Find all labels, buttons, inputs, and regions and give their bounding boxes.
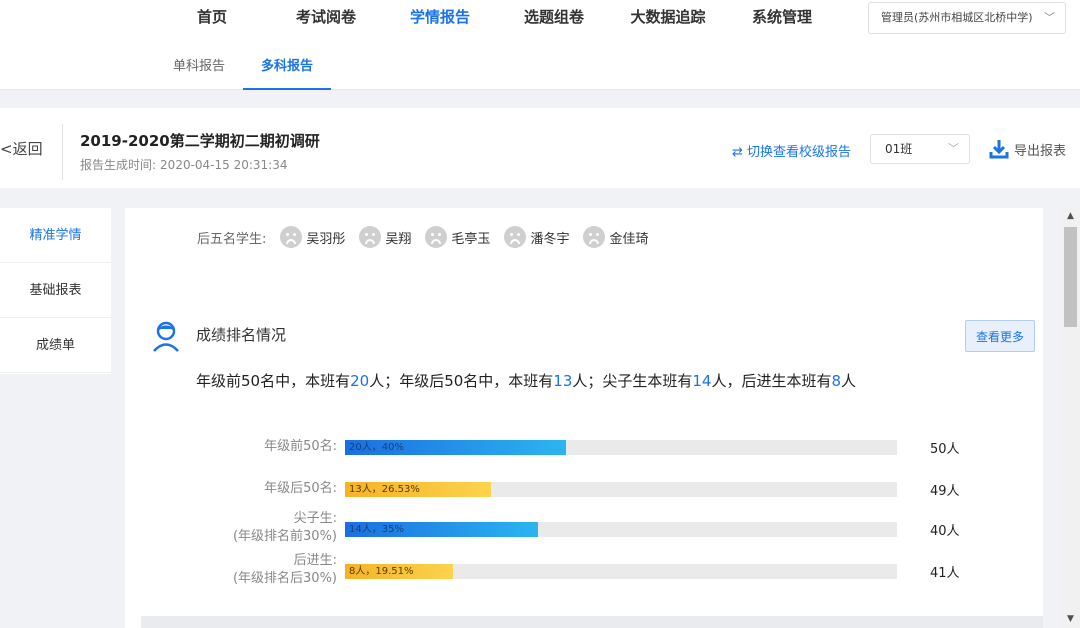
tab-multi-subject[interactable]: 多科报告 <box>243 46 332 90</box>
student-name: 吴翔 <box>385 231 412 247</box>
view-more-button[interactable]: 查看更多 <box>965 320 1035 352</box>
bottom-five-students: 后五名学生: 吴羽彤 吴翔 毛亭玉 潘冬宇 金佳琦 <box>197 226 662 248</box>
user-icon <box>153 321 179 352</box>
student-name: 毛亭玉 <box>451 231 491 247</box>
scrollbar[interactable]: ▲ ▼ <box>1061 208 1080 628</box>
scroll-down-arrow-icon[interactable]: ▼ <box>1061 611 1080 628</box>
class-select[interactable]: 01班 ﹀ <box>870 134 970 164</box>
bar-track: 13人，26.53% <box>345 482 897 497</box>
content-footer-strip <box>141 616 1043 628</box>
bar-row: 尖子生: (年级排名前30%) 14人，35% 40人 <box>125 510 1043 550</box>
nav-item-exam-grading[interactable]: 考试阅卷 <box>269 0 383 36</box>
bar-track: 20人，40% <box>345 440 897 455</box>
sad-face-icon <box>583 226 606 248</box>
report-header: <返回 2019-2020第二学期初二期初调研 报告生成时间: 2020-04-1… <box>0 108 1080 188</box>
bar-label: 年级前50名: <box>264 439 337 454</box>
export-button[interactable]: 导出报表 <box>988 138 1066 160</box>
bar-fill: 8人，19.51% <box>345 564 453 579</box>
bottom-five-label: 后五名学生: <box>197 231 267 247</box>
bar-row: 后进生: (年级排名后30%) 8人，19.51% 41人 <box>125 552 1043 592</box>
bar-total: 50人 <box>930 442 960 457</box>
tab-single-subject[interactable]: 单科报告 <box>155 46 243 90</box>
student-item: 金佳琦 <box>583 226 648 248</box>
bar-label: 尖子生: (年级排名前30%) <box>232 511 337 544</box>
export-label: 导出报表 <box>1014 143 1067 159</box>
divider <box>62 124 63 180</box>
main-menu: 首页 考试阅卷 学情报告 选题组卷 大数据追踪 系统管理 <box>155 0 839 36</box>
main-content: 后五名学生: 吴羽彤 吴翔 毛亭玉 潘冬宇 金佳琦 成绩排名情况 查看更多 年级… <box>125 208 1043 628</box>
side-item-precise[interactable]: 精准学情 <box>0 208 111 263</box>
bar-total: 40人 <box>930 524 960 539</box>
side-item-score-sheet[interactable]: 成绩单 <box>0 318 111 373</box>
bar-label: 后进生: (年级排名后30%) <box>232 553 337 586</box>
switch-school-report-link[interactable]: ⇄ 切换查看校级报告 <box>732 141 851 160</box>
student-name: 潘冬宇 <box>530 231 570 247</box>
student-item: 毛亭玉 <box>425 226 490 248</box>
bar-total: 49人 <box>930 484 960 499</box>
section-title: 成绩排名情况 <box>196 326 287 344</box>
student-name: 金佳琦 <box>609 231 649 247</box>
side-menu: 精准学情 基础报表 成绩单 <box>0 208 111 374</box>
sad-face-icon <box>425 226 448 248</box>
student-name: 吴羽彤 <box>306 231 346 247</box>
nav-item-question-paper[interactable]: 选题组卷 <box>497 0 611 36</box>
sad-face-icon <box>280 226 303 248</box>
chevron-down-icon: ﹀ <box>1044 11 1055 24</box>
bar-fill: 20人，40% <box>345 440 566 455</box>
chevron-down-icon: ﹀ <box>948 142 959 155</box>
bar-row: 年级前50名: 20人，40% 50人 <box>125 436 1043 476</box>
nav-item-report[interactable]: 学情报告 <box>383 0 497 36</box>
scroll-up-arrow-icon[interactable]: ▲ <box>1061 208 1080 225</box>
side-item-basic-report[interactable]: 基础报表 <box>0 263 111 318</box>
student-item: 吴羽彤 <box>280 226 345 248</box>
logo-area <box>0 0 155 46</box>
student-item: 潘冬宇 <box>504 226 569 248</box>
bar-track: 14人，35% <box>345 522 897 537</box>
sad-face-icon <box>359 226 382 248</box>
user-name: 管理员(苏州市相城区北桥中学) <box>881 11 1033 24</box>
bar-total: 41人 <box>930 566 960 581</box>
chevron-left-icon: < <box>0 140 13 158</box>
back-button[interactable]: <返回 <box>0 138 43 159</box>
nav-item-big-data[interactable]: 大数据追踪 <box>611 0 725 36</box>
report-subnav: 单科报告 多科报告 <box>155 46 332 90</box>
top-navigation: 首页 考试阅卷 学情报告 选题组卷 大数据追踪 系统管理 管理员(苏州市相城区北… <box>0 0 1080 90</box>
user-dropdown[interactable]: 管理员(苏州市相城区北桥中学) ﹀ <box>868 2 1066 34</box>
generated-time: 报告生成时间: 2020-04-15 20:31:34 <box>80 156 288 173</box>
student-item: 吴翔 <box>359 226 411 248</box>
nav-item-home[interactable]: 首页 <box>155 0 269 36</box>
nav-item-system[interactable]: 系统管理 <box>725 0 839 36</box>
sad-face-icon <box>504 226 527 248</box>
bar-fill: 14人，35% <box>345 522 539 537</box>
download-icon <box>989 140 1009 159</box>
bar-label: 年级后50名: <box>264 481 337 496</box>
bar-fill: 13人，26.53% <box>345 482 492 497</box>
bar-track: 8人，19.51% <box>345 564 897 579</box>
scroll-thumb[interactable] <box>1064 227 1077 327</box>
generated-time-label: 报告生成时间: <box>80 158 157 172</box>
page-title: 2019-2020第二学期初二期初调研 <box>80 132 320 150</box>
generated-time-value: 2020-04-15 20:31:34 <box>160 158 288 172</box>
class-select-value: 01班 <box>885 142 913 156</box>
ranking-summary: 年级前50名中，本班有20人；年级后50名中，本班有13人；尖子生本班有14人，… <box>196 372 857 390</box>
